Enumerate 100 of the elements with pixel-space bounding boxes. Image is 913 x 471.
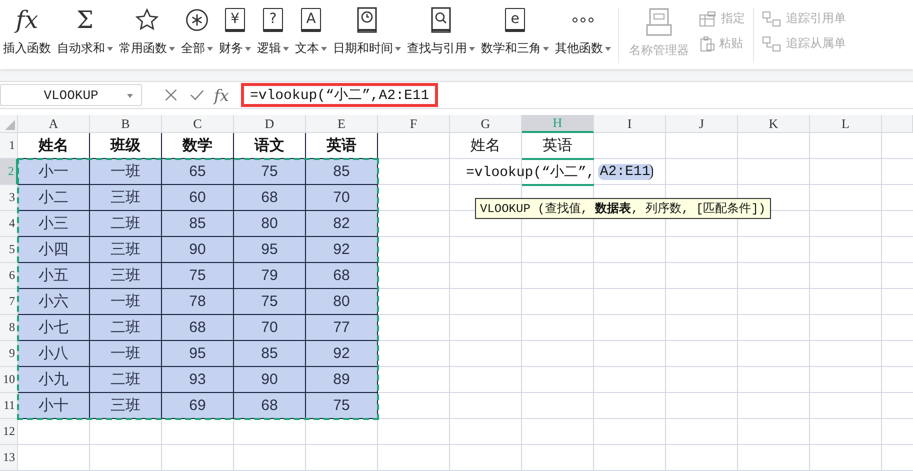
- table-cell: 68: [234, 393, 306, 419]
- book-icon: ?: [263, 8, 283, 32]
- caret-icon: [543, 46, 549, 51]
- row-header[interactable]: 13: [0, 445, 18, 471]
- cancel-icon[interactable]: [164, 88, 178, 102]
- asterisk-circle-icon: [184, 7, 210, 33]
- function-category-button[interactable]: ¥ 财务: [216, 0, 254, 70]
- table-cell: 92: [306, 237, 378, 263]
- table-cell: 90: [234, 367, 306, 393]
- caret-icon: [321, 46, 327, 51]
- row-header[interactable]: 3: [0, 185, 18, 211]
- table-cell: 85: [306, 159, 378, 185]
- function-category-button[interactable]: 日期和时间: [330, 0, 404, 70]
- function-category-button[interactable]: fx 插入函数: [0, 0, 54, 70]
- more-icon: [572, 17, 594, 23]
- table-cell: 小五: [18, 263, 90, 289]
- column-header[interactable]: E: [306, 115, 378, 133]
- caret-icon: [283, 46, 289, 51]
- clipboard-icon: [699, 36, 715, 52]
- column-header[interactable]: A: [18, 115, 90, 133]
- column-header[interactable]: D: [234, 115, 306, 133]
- table-cell: 68: [162, 315, 234, 341]
- column-header[interactable]: B: [90, 115, 162, 133]
- table-cell: 小八: [18, 341, 90, 367]
- table-cell: 70: [306, 185, 378, 211]
- table-cell: 75: [234, 289, 306, 315]
- row-header[interactable]: 12: [0, 419, 18, 445]
- table-cell: 80: [234, 211, 306, 237]
- table-cell: 一班: [90, 289, 162, 315]
- table-cell: 三班: [90, 263, 162, 289]
- table-cell: 69: [162, 393, 234, 419]
- table-cell: 一班: [90, 159, 162, 185]
- table-cell: 一班: [90, 341, 162, 367]
- table-cell: 三班: [90, 185, 162, 211]
- table-cell: 85: [162, 211, 234, 237]
- table-cell: 95: [234, 237, 306, 263]
- column-header[interactable]: C: [162, 115, 234, 133]
- function-category-button[interactable]: 查找与引用: [404, 0, 478, 70]
- column-header[interactable]: K: [738, 115, 810, 133]
- caret-icon: [469, 46, 475, 51]
- table-cell: 小三: [18, 211, 90, 237]
- column-header[interactable]: G: [450, 115, 522, 133]
- table-cell: 85: [234, 341, 306, 367]
- trace-arrow-icon: [762, 10, 782, 26]
- column-header[interactable]: L: [810, 115, 882, 133]
- table-cell: 小四: [18, 237, 90, 263]
- function-category-button[interactable]: ? 逻辑: [254, 0, 292, 70]
- tag-table-icon: [699, 10, 717, 26]
- row-header[interactable]: 9: [0, 341, 18, 367]
- row-header[interactable]: 7: [0, 289, 18, 315]
- column-header[interactable]: F: [378, 115, 450, 133]
- table-cell-text: 英语: [542, 136, 574, 156]
- table-cell: 小七: [18, 315, 90, 341]
- row-header[interactable]: 10: [0, 367, 18, 393]
- function-category-button[interactable]: 其他函数: [552, 0, 614, 70]
- table-cell: 82: [306, 211, 378, 237]
- row-header[interactable]: 4: [0, 211, 18, 237]
- function-category-button[interactable]: A 文本: [292, 0, 330, 70]
- row-header[interactable]: 5: [0, 237, 18, 263]
- caret-icon: [207, 46, 213, 51]
- confirm-icon[interactable]: [190, 88, 204, 102]
- function-category-button[interactable]: e 数学和三角: [478, 0, 552, 70]
- table-cell: 三班: [90, 393, 162, 419]
- table-cell: 小一: [18, 159, 90, 185]
- table-cell: 小九: [18, 367, 90, 393]
- row-header[interactable]: 1: [0, 133, 18, 159]
- table-cell: 93: [162, 367, 234, 393]
- table-cell: 75: [306, 393, 378, 419]
- row-header[interactable]: 6: [0, 263, 18, 289]
- table-cell: 78: [162, 289, 234, 315]
- name-box[interactable]: VLOOKUP: [0, 84, 142, 106]
- column-header[interactable]: J: [666, 115, 738, 133]
- table-cell: 90: [162, 237, 234, 263]
- book-icon: A: [301, 8, 321, 32]
- table-cell: 65: [162, 159, 234, 185]
- function-category-button[interactable]: 全部: [178, 0, 216, 70]
- table-cell: 三班: [90, 237, 162, 263]
- table-cell: 二班: [90, 367, 162, 393]
- table-cell: 二班: [90, 315, 162, 341]
- cell-formula-input[interactable]: =vlookup(“小二”, A2:E11: [466, 163, 654, 181]
- table-cell: 80: [306, 289, 378, 315]
- caret-icon: [605, 46, 611, 51]
- function-tooltip: VLOOKUP (查找值, 数据表, 列序数, [匹配条件]): [475, 198, 771, 219]
- table-cell: 二班: [90, 211, 162, 237]
- column-header[interactable]: I: [594, 115, 666, 133]
- caret-icon: [127, 94, 133, 98]
- function-category-button[interactable]: 常用函数: [116, 0, 178, 70]
- table-cell: 75: [162, 263, 234, 289]
- formula-field[interactable]: =vlookup(“小二”,A2:E11: [240, 83, 438, 108]
- row-header[interactable]: 11: [0, 393, 18, 419]
- corner-triangle-icon: [5, 120, 15, 130]
- table-cell: 小二: [18, 185, 90, 211]
- function-category-button[interactable]: Σ 自动求和: [54, 0, 116, 70]
- table-cell: 68: [234, 185, 306, 211]
- row-header[interactable]: 8: [0, 315, 18, 341]
- book-icon: e: [505, 8, 525, 32]
- insert-function-button[interactable]: fx: [214, 86, 229, 105]
- table-cell: 95: [162, 341, 234, 367]
- table-cell-text: 姓名: [470, 136, 502, 156]
- book-icon: ¥: [225, 8, 245, 32]
